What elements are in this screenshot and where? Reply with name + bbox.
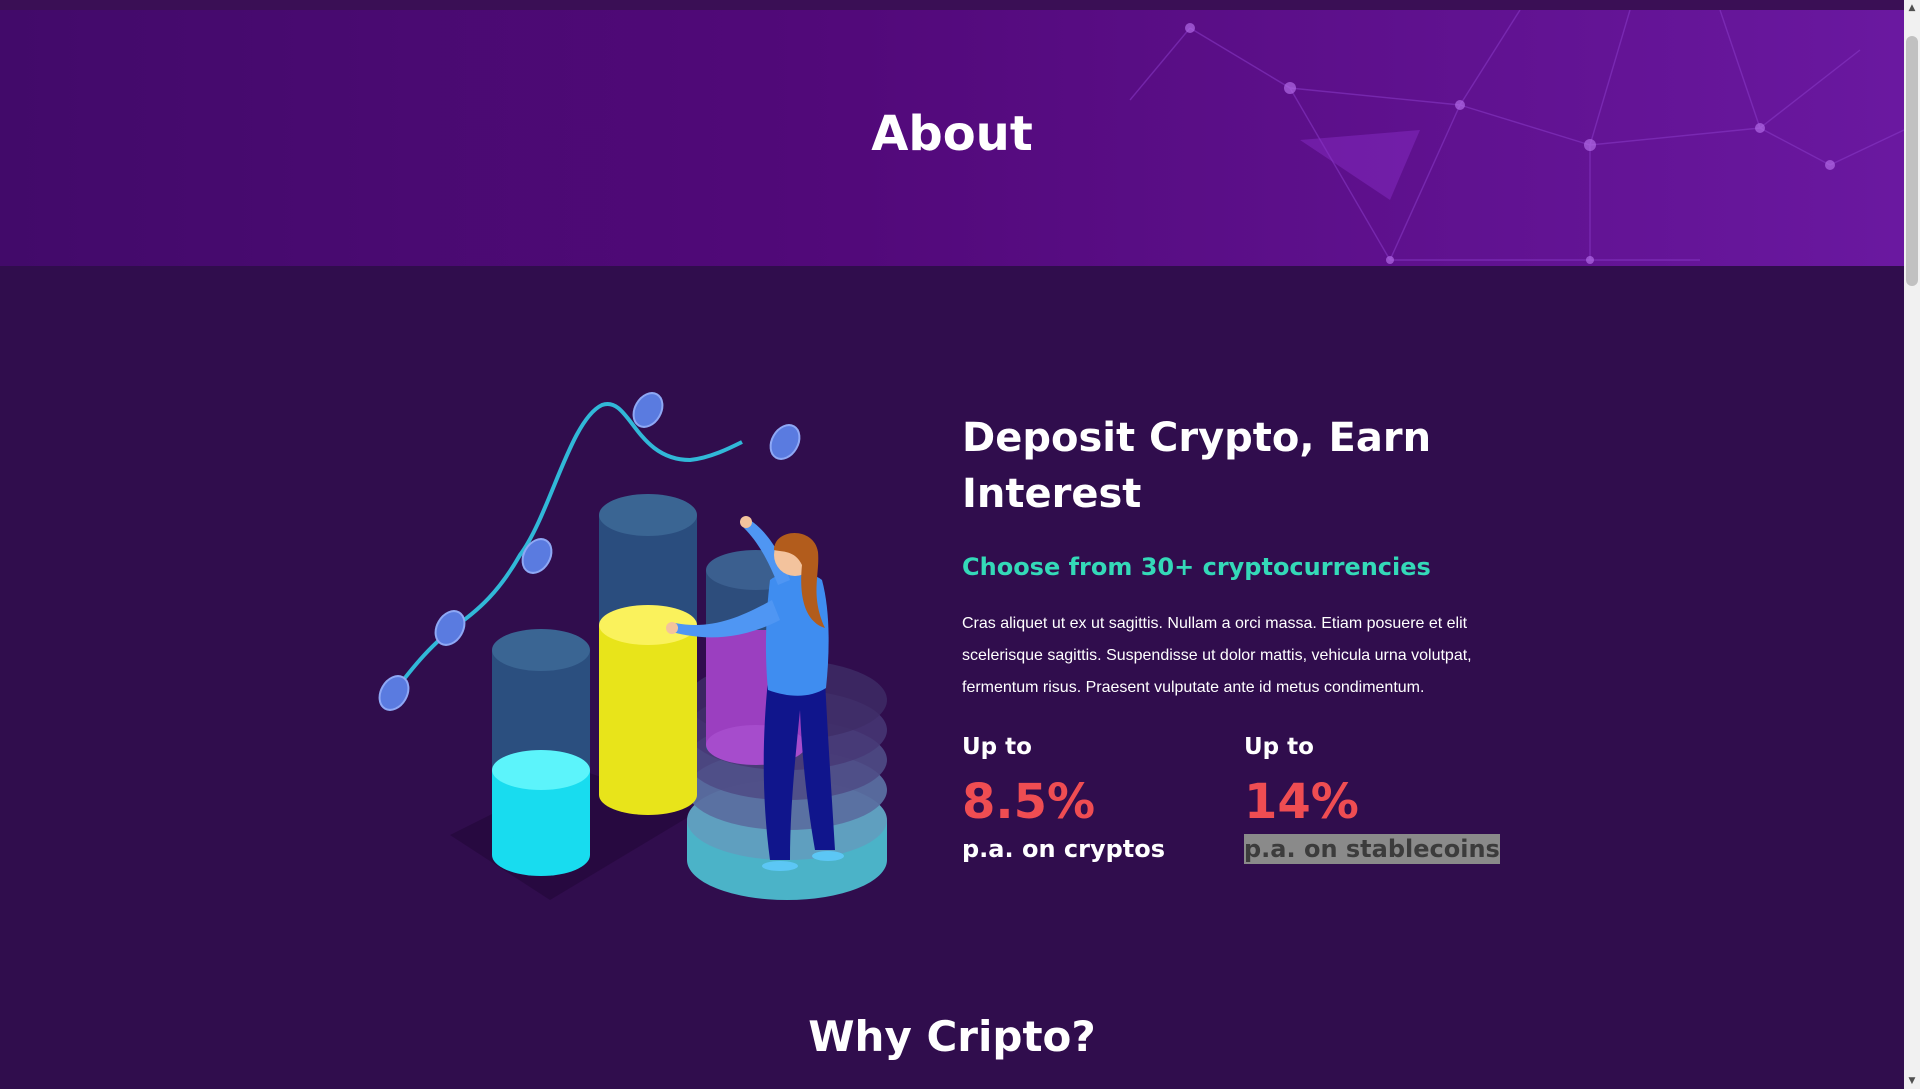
stat-prefix: Up to	[962, 734, 1032, 760]
page: About Deposit Crypto, Earn Interest Choo…	[0, 0, 1920, 1089]
section-subheadline: Choose from 30+ cryptocurrencies	[962, 553, 1431, 581]
about-content: Deposit Crypto, Earn Interest Choose fro…	[962, 410, 1522, 864]
top-bar	[0, 0, 1904, 10]
scrollbar-thumb[interactable]	[1906, 36, 1918, 286]
interest-stats: Up to 8.5% p.a. on cryptos Up to 14% p.a…	[962, 732, 1522, 892]
stat-cryptos: Up to 8.5% p.a. on cryptos	[962, 732, 1165, 864]
tall-bar-graphic	[599, 494, 697, 815]
scroll-up-arrow-icon[interactable]: ▲	[1904, 0, 1920, 16]
stat-suffix: p.a. on stablecoins	[1244, 834, 1500, 864]
crypto-growth-illustration	[378, 392, 887, 900]
stat-value: 8.5%	[962, 774, 1096, 830]
short-bar-graphic	[492, 629, 590, 876]
stat-stablecoins: Up to 14% p.a. on stablecoins	[1244, 732, 1500, 864]
section-headline: Deposit Crypto, Earn Interest	[962, 415, 1432, 517]
stat-value: 14%	[1244, 774, 1359, 830]
stat-suffix: p.a. on cryptos	[962, 835, 1166, 863]
why-section-title: Why Cripto?	[808, 1012, 1096, 1061]
vertical-scrollbar[interactable]: ▲ ▼	[1904, 0, 1920, 1089]
stat-prefix: Up to	[1244, 734, 1314, 760]
page-title: About	[871, 106, 1033, 162]
section-description: Cras aliquet ut ex ut sagittis. Nullam a…	[962, 615, 1472, 696]
scroll-down-arrow-icon[interactable]: ▼	[1904, 1073, 1920, 1089]
hero-banner: About	[0, 10, 1904, 266]
